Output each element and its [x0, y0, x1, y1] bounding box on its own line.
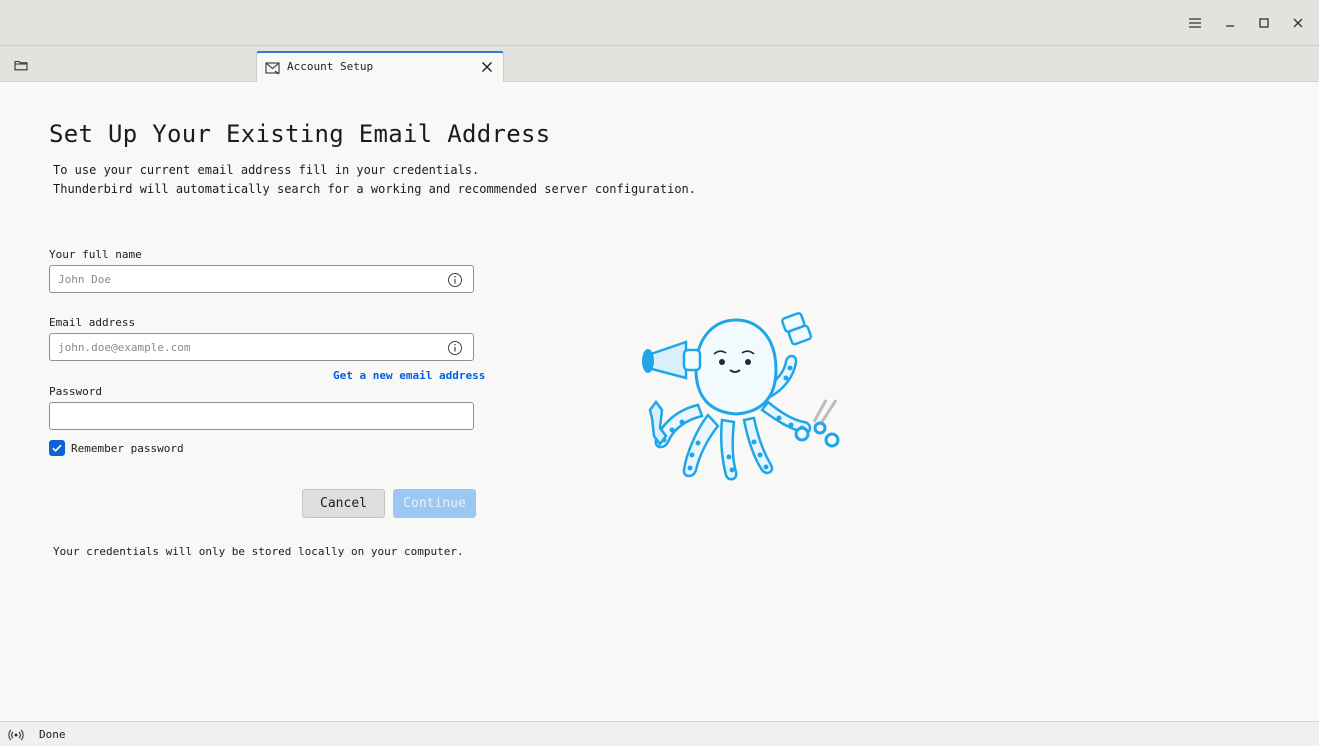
remember-password-label[interactable]: Remember password	[71, 442, 184, 455]
email-label: Email address	[49, 316, 136, 329]
get-new-email-link[interactable]: Get a new email address	[333, 369, 485, 382]
page-title: Set Up Your Existing Email Address	[49, 120, 551, 148]
hamburger-menu-icon[interactable]	[1184, 12, 1206, 34]
remember-password-checkbox[interactable]	[49, 440, 65, 456]
info-icon[interactable]	[447, 272, 463, 288]
description-line-2: Thunderbird will automatically search fo…	[53, 182, 696, 196]
info-icon[interactable]	[447, 340, 463, 356]
full-name-field	[49, 265, 474, 293]
password-field	[49, 402, 474, 430]
tab-close-icon[interactable]	[479, 59, 495, 75]
folder-icon[interactable]	[10, 56, 32, 74]
password-label: Password	[49, 385, 102, 398]
status-text: Done	[39, 728, 66, 741]
status-bar: Done	[0, 721, 1319, 746]
description-line-1: To use your current email address fill i…	[53, 163, 480, 177]
cancel-button[interactable]: Cancel	[302, 489, 385, 518]
octopus-mascot-illustration	[642, 312, 840, 481]
password-input[interactable]	[58, 403, 438, 429]
close-icon[interactable]	[1287, 12, 1309, 34]
full-name-input[interactable]	[58, 266, 438, 292]
minimize-icon[interactable]	[1219, 12, 1241, 34]
email-field	[49, 333, 474, 361]
tab-label: Account Setup	[287, 60, 374, 73]
envelope-icon	[265, 60, 281, 75]
title-bar	[0, 0, 1319, 46]
credentials-note: Your credentials will only be stored loc…	[53, 545, 464, 558]
email-input[interactable]	[58, 334, 438, 360]
tab-strip: Account Setup	[0, 46, 1319, 82]
continue-button[interactable]: Continue	[393, 489, 476, 518]
online-status-icon[interactable]	[8, 727, 24, 741]
account-setup-page: Set Up Your Existing Email Address To us…	[0, 82, 1319, 721]
tab-account-setup[interactable]: Account Setup	[256, 51, 504, 82]
maximize-icon[interactable]	[1253, 12, 1275, 34]
full-name-label: Your full name	[49, 248, 142, 261]
